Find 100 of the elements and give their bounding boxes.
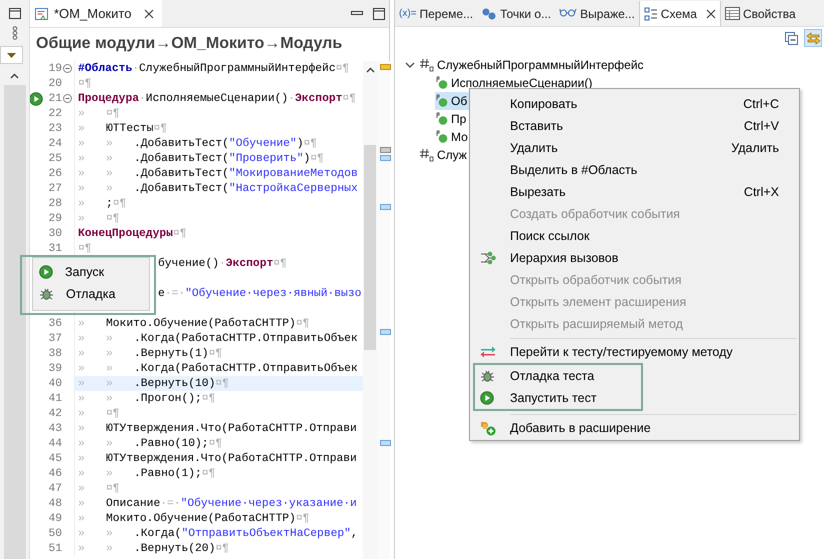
chevron-down-icon[interactable] bbox=[405, 62, 415, 68]
shortcut-label: Ctrl+X bbox=[744, 185, 779, 199]
code-line: #Область·СлужебныйПрограммныйИнтерфейс¤¶ bbox=[78, 62, 350, 74]
menu-item[interactable]: Добавить в расширение bbox=[470, 417, 799, 439]
tree-item[interactable]: Пр bbox=[435, 110, 470, 128]
line-number: 39 bbox=[48, 362, 62, 374]
code-line: » ЮТУтверждения.Что(РаботаСHTTP.Отправи bbox=[78, 452, 357, 464]
line-number: 40 bbox=[48, 378, 62, 390]
collapse-icon[interactable] bbox=[62, 94, 72, 103]
menu-item[interactable]: Выделить в #Область bbox=[470, 159, 799, 181]
swap-arrows-icon bbox=[480, 345, 496, 359]
variables-icon: (x)= bbox=[399, 8, 416, 19]
panel-tab[interactable]: Свойства bbox=[720, 1, 800, 26]
line-number: 29 bbox=[48, 212, 62, 224]
dropdown-button[interactable] bbox=[0, 46, 23, 64]
code-line: » » .ДобавитьТест("Проверить")¤¶ bbox=[78, 152, 324, 164]
collapse-all-button[interactable] bbox=[782, 29, 800, 47]
method-icon bbox=[435, 130, 449, 144]
code-line: КонецПроцедуры¤¶ bbox=[78, 228, 186, 240]
menu-item[interactable]: Запустить тест bbox=[475, 387, 641, 409]
code-line: » » .Когда("ОтправитьОбъектНаСервер", bbox=[78, 528, 358, 540]
overview-marker[interactable] bbox=[380, 147, 391, 153]
tree-item[interactable]: СлужебныйПрограммныйИнтерфейс bbox=[419, 56, 648, 74]
caret-icon bbox=[7, 52, 16, 58]
scroll-up-icon[interactable] bbox=[10, 73, 19, 79]
line-number: 26 bbox=[48, 168, 62, 180]
scrollbar-thumb[interactable] bbox=[364, 145, 376, 350]
line-number: 19 bbox=[48, 62, 62, 74]
line-number: 28 bbox=[48, 198, 62, 210]
overview-marker[interactable] bbox=[380, 155, 391, 161]
play-icon bbox=[39, 265, 53, 279]
close-icon[interactable] bbox=[144, 8, 154, 18]
code-line: Процедура·ИсполняемыеСценарии()·Экспорт¤¶ bbox=[78, 92, 356, 104]
code-line: » » .Равно(1);¤¶ bbox=[78, 468, 216, 480]
menu-item[interactable]: Отладка bbox=[33, 283, 149, 305]
line-number: 45 bbox=[48, 452, 62, 464]
panel-tab[interactable]: Точки о... bbox=[477, 1, 556, 26]
panel-tab[interactable]: Выраже... bbox=[555, 1, 639, 26]
warning-marker[interactable] bbox=[380, 64, 391, 70]
code-line: » » .ДобавитьТест("НастройкаСерверных bbox=[78, 182, 358, 194]
outline-icon bbox=[644, 6, 658, 20]
line-number: 42 bbox=[48, 408, 62, 420]
code-line: » » .Когда(РаботаСHTTP.ОтправитьОбъек bbox=[78, 362, 358, 374]
code-line: » » .ДобавитьТест("Обучение")¤¶ bbox=[78, 138, 318, 150]
tree-item[interactable]: Мо bbox=[435, 128, 472, 146]
more-icon[interactable] bbox=[12, 26, 18, 40]
menu-item[interactable]: Иерархия вызовов bbox=[470, 247, 799, 269]
run-icon bbox=[30, 92, 43, 106]
menu-item[interactable]: Перейти к тесту/тестируемому методу bbox=[470, 341, 799, 363]
line-number: 25 bbox=[48, 152, 62, 164]
code-line: » ЮТТесты¤¶ bbox=[78, 122, 168, 134]
method-icon bbox=[435, 76, 449, 90]
code-line: » Мокито.Обучение(РаботаСHTTP)¤¶ bbox=[78, 318, 310, 330]
bug-icon bbox=[39, 287, 54, 301]
link-with-editor-button[interactable] bbox=[804, 29, 822, 47]
overview-marker[interactable] bbox=[380, 329, 391, 335]
menu-item[interactable]: Удалить Удалить bbox=[470, 137, 799, 159]
code-line: » ¤¶ bbox=[78, 482, 120, 494]
hierarchy-icon bbox=[480, 251, 496, 265]
panel-tab[interactable]: (x)= Переме... bbox=[395, 1, 478, 26]
scroll-up-icon[interactable] bbox=[366, 67, 374, 73]
overview-marker[interactable] bbox=[380, 204, 391, 210]
code-line: бучение()·Экспорт¤¶ bbox=[158, 258, 287, 270]
panel-tab[interactable]: Схема bbox=[638, 1, 721, 26]
menu-item[interactable]: Вставить Ctrl+V bbox=[470, 115, 799, 137]
menu-item[interactable]: Поиск ссылок bbox=[470, 225, 799, 247]
menu-item[interactable]: Вырезать Ctrl+X bbox=[470, 181, 799, 203]
menu-item[interactable]: Отладка теста bbox=[475, 365, 641, 387]
code-line: » ¤¶ bbox=[78, 408, 120, 420]
scrollbar-track[interactable] bbox=[4, 85, 26, 559]
overview-marker[interactable] bbox=[380, 440, 391, 446]
line-number: 51 bbox=[48, 542, 62, 554]
code-line: » ;¤¶ bbox=[78, 198, 126, 210]
restore-window-icon[interactable] bbox=[8, 8, 20, 18]
line-number: 22 bbox=[48, 108, 62, 120]
minimize-icon[interactable] bbox=[351, 11, 363, 16]
maximize-icon[interactable] bbox=[373, 8, 385, 20]
tree-item[interactable]: Служ bbox=[419, 146, 471, 164]
method-icon bbox=[435, 94, 449, 108]
shortcut-label: Ctrl+V bbox=[744, 119, 779, 133]
line-number: 37 bbox=[48, 332, 62, 344]
line-number: 24 bbox=[48, 138, 62, 150]
table-icon bbox=[724, 7, 740, 20]
line-number: 23 bbox=[48, 122, 62, 134]
line-number: 47 bbox=[48, 482, 62, 494]
method-icon bbox=[435, 112, 449, 126]
code-line: » » .Вернуть(1)¤¶ bbox=[78, 348, 222, 360]
editor-tab[interactable]: *ОМ_Мокито bbox=[30, 0, 162, 27]
line-number: 38 bbox=[48, 348, 62, 360]
code-line: » ¤¶ bbox=[78, 108, 120, 120]
module-icon bbox=[35, 6, 49, 20]
code-line: » » .Вернуть(10)¤¶ bbox=[78, 378, 229, 390]
tree-item[interactable]: ИсполняемыеСценарии() bbox=[435, 74, 596, 92]
collapse-icon[interactable] bbox=[62, 64, 72, 73]
hash-icon bbox=[419, 148, 435, 162]
line-number: 46 bbox=[48, 468, 62, 480]
code-line: » » .Прогон();¤¶ bbox=[78, 392, 216, 404]
menu-item[interactable]: Запуск bbox=[33, 261, 149, 283]
menu-item[interactable]: Копировать Ctrl+C bbox=[470, 93, 799, 115]
close-icon[interactable] bbox=[706, 8, 716, 18]
